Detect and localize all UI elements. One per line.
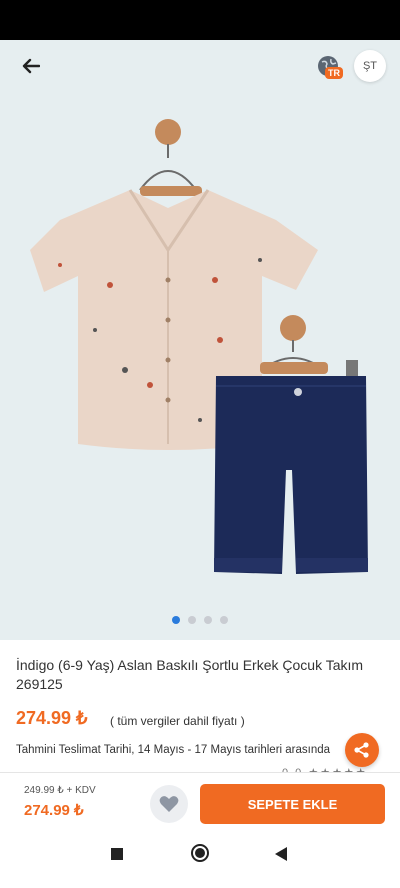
price-excluding-tax: 249.99 ₺ + KDV: [24, 785, 96, 796]
gallery-dot[interactable]: [204, 616, 212, 624]
product-price: 274.99 ₺: [16, 708, 88, 728]
product-photo: [0, 40, 400, 640]
recent-apps-icon[interactable]: [111, 848, 123, 860]
currency-button[interactable]: ŞT: [354, 50, 386, 82]
gallery-pagination: [0, 616, 400, 624]
tax-note: ( tüm vergiler dahil fiyatı ): [110, 714, 245, 728]
share-icon: [354, 742, 369, 758]
home-icon[interactable]: [191, 844, 209, 862]
add-to-cart-button[interactable]: SEPETE EKLE: [200, 784, 385, 824]
share-button[interactable]: [345, 733, 379, 767]
purchase-price: 274.99 ₺: [24, 802, 84, 819]
back-button[interactable]: [14, 50, 48, 82]
purchase-bar: 249.99 ₺ + KDV 274.99 ₺ SEPETE EKLE: [0, 772, 400, 830]
gallery-dot[interactable]: [220, 616, 228, 624]
product-image-gallery[interactable]: [0, 40, 400, 640]
arrow-left-icon: [22, 58, 40, 74]
system-nav-bar: [0, 830, 400, 888]
gallery-dot[interactable]: [188, 616, 196, 624]
favorite-button[interactable]: [150, 785, 188, 823]
gallery-dot[interactable]: [172, 616, 180, 624]
product-title: İndigo (6-9 Yaş) Aslan Baskılı Şortlu Er…: [16, 657, 364, 692]
heart-icon: [159, 796, 179, 812]
language-badge: TR: [325, 67, 343, 79]
status-bar: [0, 0, 400, 40]
delivery-estimate: Tahmini Teslimat Tarihi, 14 Mayıs - 17 M…: [16, 744, 331, 756]
back-triangle-icon[interactable]: [275, 847, 287, 861]
